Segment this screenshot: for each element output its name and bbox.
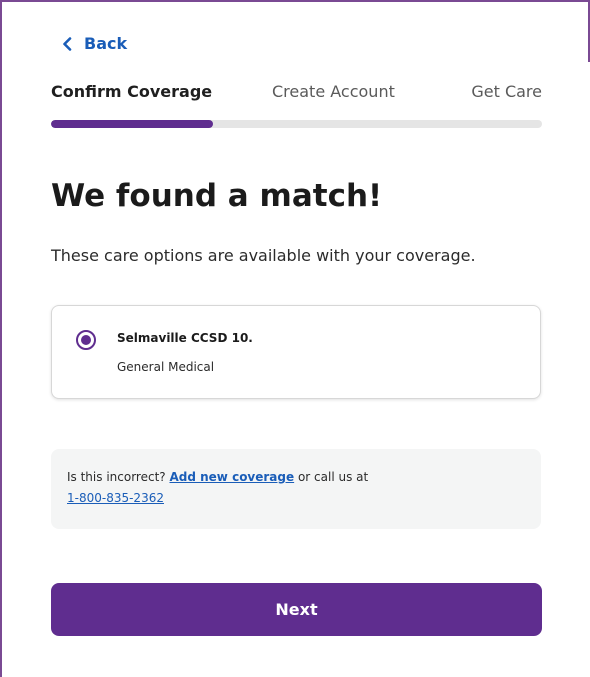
step-create-account[interactable]: Create Account (272, 82, 395, 101)
stepper: Confirm Coverage Create Account Get Care (51, 82, 542, 102)
progress-bar (51, 120, 542, 128)
info-prefix: Is this incorrect? (67, 470, 166, 484)
progress-fill (51, 120, 214, 128)
back-link[interactable]: Back (62, 34, 127, 53)
step-confirm-coverage[interactable]: Confirm Coverage (51, 82, 212, 101)
next-button[interactable]: Next (51, 583, 542, 636)
page-title: We found a match! (51, 178, 383, 214)
chevron-left-icon (62, 36, 72, 51)
radio-selected-dot (81, 335, 91, 345)
phone-line: 1-800-835-2362 (67, 491, 164, 505)
add-coverage-link[interactable]: Add new coverage (169, 470, 294, 484)
step-get-care[interactable]: Get Care (471, 82, 542, 101)
page-subtitle: These care options are available with yo… (51, 246, 476, 265)
info-middle: or call us at (297, 470, 369, 484)
option-type: General Medical (117, 360, 215, 374)
coverage-info-box: Is this incorrect? Add new coverage or c… (51, 449, 541, 529)
back-label: Back (84, 34, 128, 53)
option-radio[interactable] (76, 330, 96, 350)
option-name: Selmaville CCSD 10. (117, 331, 253, 345)
info-line: Is this incorrect? Add new coverage or c… (67, 470, 368, 484)
phone-link[interactable]: 1-800-835-2362 (67, 491, 164, 505)
care-option-card[interactable]: Selmaville CCSD 10. General Medical (51, 305, 541, 399)
